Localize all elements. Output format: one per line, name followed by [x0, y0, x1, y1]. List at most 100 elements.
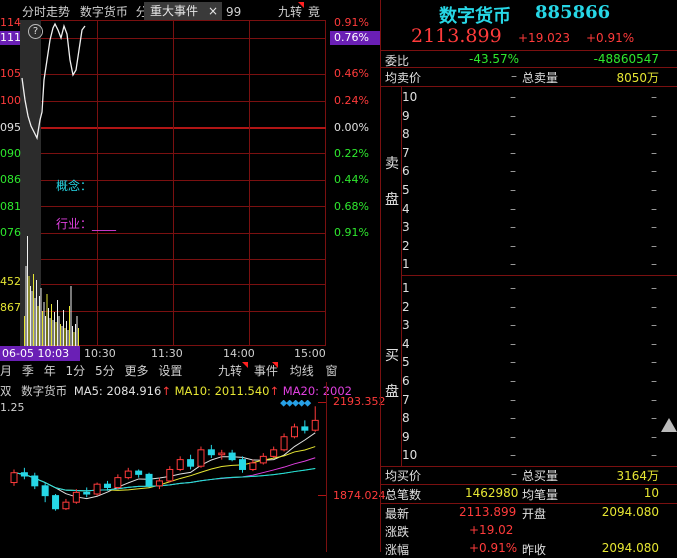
sell-level-price: – [510, 201, 516, 216]
candle-body [176, 459, 184, 470]
candle-body [103, 483, 111, 488]
candle-body [270, 449, 278, 457]
tab-1min[interactable]: 1分 [66, 364, 86, 378]
buy-level-number: 1 [402, 281, 410, 295]
buy-level-volume: – [651, 392, 657, 407]
sell-level-volume: – [651, 127, 657, 142]
event-marker-icon [304, 400, 312, 407]
buy-level-row[interactable]: 6 – – [402, 374, 657, 392]
tab-window[interactable]: 窗 [326, 364, 338, 378]
sell-level-number: 8 [402, 127, 410, 142]
tab-jiuzhuan[interactable]: 九转 [218, 364, 242, 378]
buy-level-row[interactable]: 4 – – [402, 337, 657, 355]
section-divider [381, 67, 677, 68]
candle-body [52, 495, 60, 510]
sell-level-row[interactable]: 5 – – [402, 183, 657, 201]
right-axis-label: 0.76% [334, 31, 369, 44]
buy-level-row[interactable]: 9 – – [402, 430, 657, 448]
tab-intraday[interactable]: 分时走势 [22, 5, 70, 19]
volume-bar [52, 320, 54, 346]
kline-chart [10, 400, 319, 511]
sell-level-number: 10 [402, 90, 418, 104]
scroll-up-icon[interactable] [661, 418, 677, 432]
volume-bar [37, 306, 39, 346]
section-divider [381, 86, 677, 87]
sell-level-row[interactable]: 7 – – [402, 146, 657, 164]
candle-body [249, 462, 257, 470]
avg-trade-value: 10 [643, 486, 659, 500]
candle-body [62, 501, 70, 510]
kline-high-price: 2193.352 [333, 395, 386, 408]
volume-bar [66, 321, 67, 346]
total-sell-value: 8050万 [616, 71, 659, 85]
sell-level-volume: – [651, 183, 657, 197]
sell-level-row[interactable]: 6 – – [402, 164, 657, 182]
left-axis-label: 452 [0, 275, 21, 288]
sell-level-price: – [510, 145, 516, 160]
weibi-value: -48860547 [593, 52, 659, 66]
candle-body [187, 459, 195, 467]
candle-body [93, 483, 101, 495]
volume-bar [48, 308, 49, 346]
left-axis-label: 076 [0, 226, 21, 239]
event-tab[interactable]: 重大事件 × [144, 2, 222, 20]
buy-level-price: – [510, 281, 516, 295]
sell-side-label-2: 盘 [385, 192, 399, 208]
sell-level-row[interactable]: 9 – – [402, 109, 657, 127]
jing-button[interactable]: 竟 [308, 3, 320, 21]
sell-level-row[interactable]: 1 – – [402, 257, 657, 275]
sell-level-price: – [510, 183, 516, 197]
tab-ma[interactable]: 均线 [290, 364, 314, 378]
buy-level-volume: – [651, 429, 657, 444]
sell-level-volume: – [651, 201, 657, 216]
avg-buy-label: 均买价 [385, 469, 422, 483]
tab-more[interactable]: 更多 [124, 364, 148, 378]
tab-marker-icon [272, 362, 278, 368]
candle-body [301, 426, 309, 431]
buy-level-volume: – [651, 336, 657, 351]
tab-settings[interactable]: 设置 [158, 364, 182, 378]
sell-level-row[interactable]: 8 – – [402, 127, 657, 145]
buy-level-row[interactable]: 8 – – [402, 411, 657, 429]
time-label: 10:30 [84, 347, 116, 360]
sell-level-row[interactable]: 10 – – [402, 90, 657, 108]
volume-bar [67, 330, 69, 346]
latest-value: 2113.899 [459, 505, 517, 519]
stock-code: 885866 [535, 2, 611, 23]
volume-bar [54, 312, 55, 346]
tab-year[interactable]: 年 [44, 364, 56, 378]
buy-level-row[interactable]: 5 – – [402, 355, 657, 373]
volume-bar [61, 326, 63, 346]
tab-5min[interactable]: 5分 [95, 364, 115, 378]
sell-level-row[interactable]: 3 – – [402, 220, 657, 238]
ma10-value: MA10: 2011.540 [174, 384, 270, 398]
volume-bar [39, 296, 40, 346]
candle-body [83, 491, 91, 495]
buy-level-volume: – [651, 318, 657, 333]
buy-level-row[interactable]: 2 – – [402, 300, 657, 318]
volume-bar [55, 322, 57, 346]
buy-level-number: 7 [402, 392, 410, 407]
buy-level-row[interactable]: 7 – – [402, 393, 657, 411]
ma-line [13, 446, 316, 492]
sell-level-row[interactable]: 4 – – [402, 202, 657, 220]
tab-quarter[interactable]: 季 [22, 364, 34, 378]
close-icon[interactable]: × [208, 2, 218, 20]
candle-body [228, 452, 236, 461]
buy-level-row[interactable]: 1 – – [402, 281, 657, 299]
sell-level-volume: – [651, 164, 657, 179]
change-label: 涨跌 [385, 525, 410, 539]
event-marker-icon [292, 400, 300, 407]
buy-level-price: – [510, 336, 516, 351]
buy-level-row[interactable]: 3 – – [402, 318, 657, 336]
sell-level-row[interactable]: 2 – – [402, 239, 657, 257]
candle-body [207, 449, 215, 456]
kline-low-price: 1874.024 [333, 489, 386, 502]
section-divider [381, 484, 677, 485]
buy-level-row[interactable]: 10 – – [402, 448, 657, 466]
sell-level-volume: – [651, 238, 657, 253]
buy-side-label-2: 盘 [385, 384, 399, 400]
tab-month[interactable]: 月 [0, 364, 12, 378]
candle-body [197, 449, 205, 467]
sell-level-volume: – [651, 108, 657, 123]
